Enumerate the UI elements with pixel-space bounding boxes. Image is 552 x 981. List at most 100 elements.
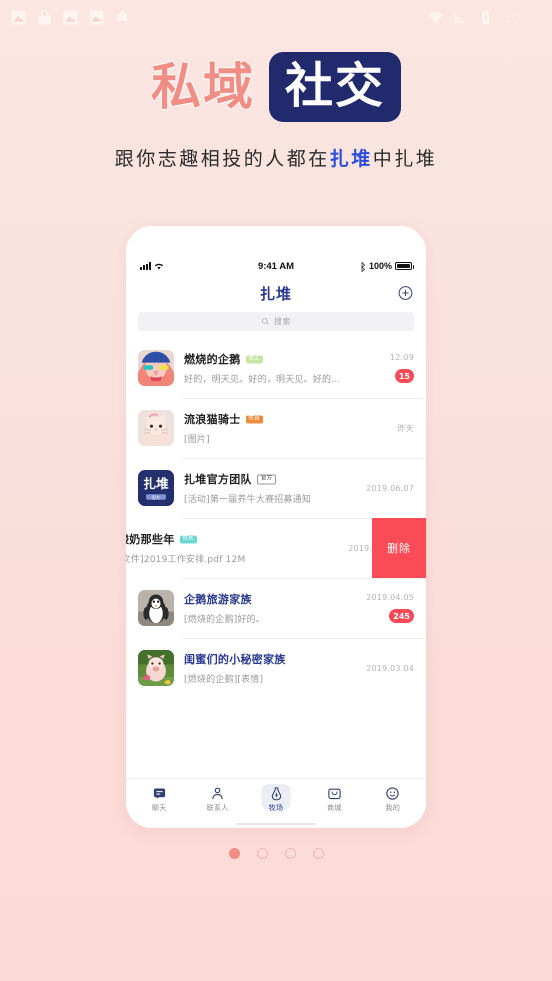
- chat-title-row: 扎堆官方团队 官方: [184, 471, 350, 487]
- chat-title-row: 流浪猫骑士 牧首: [184, 411, 350, 427]
- battery-icon: [395, 262, 414, 270]
- avatar: [138, 650, 174, 686]
- page-subtitle: 跟你志趣相投的人都在扎堆中扎堆: [0, 144, 552, 171]
- status-bar-notifications: [10, 9, 131, 26]
- avatar: 扎堆 官方: [138, 470, 174, 506]
- chat-list[interactable]: 燃烧的企鹅 员工好的，明天见。好的，明天见。好的... 12:09 15 流浪猫骑士 牧首…: [126, 338, 426, 778]
- chat-row-content[interactable]: 酸奶那些年牧民[文件]2019工作安排.pdf 12M2019.05.06: [126, 531, 396, 565]
- chat-list-item[interactable]: 闺蜜们的小秘密家族 [燃烧的企鹅][表情] 2019.03.04: [126, 638, 426, 698]
- lock-image-icon: [36, 9, 53, 26]
- chat-right-column: 2019.03.04: [358, 664, 414, 673]
- hero-word-private-domain: 私域: [150, 58, 255, 116]
- page-dot[interactable]: [284, 848, 296, 859]
- hero-badge: 社交: [268, 52, 401, 122]
- chat-row-content[interactable]: 扎堆 官方 扎堆官方团队 官方 [活动]第一届养牛大赛招募通知 2019.06.07: [138, 470, 414, 506]
- cellular-signal-icon: [140, 262, 151, 270]
- chat-title-row: 燃烧的企鹅 员工: [184, 351, 350, 367]
- subtitle-after: 中扎堆: [372, 148, 438, 170]
- chat-list-item[interactable]: 流浪猫骑士 牧首 [图片] 昨天: [126, 398, 426, 458]
- image-icon: [62, 9, 79, 26]
- tab-label: 牧场: [268, 804, 284, 812]
- page-indicator[interactable]: [0, 848, 552, 859]
- chat-title-row: 酸奶那些年牧民: [126, 531, 332, 547]
- tab-label: 商城: [327, 804, 342, 812]
- image-icon: [88, 9, 105, 26]
- contacts-icon: [210, 786, 225, 801]
- chat-tag: 员工: [245, 355, 264, 364]
- chat-row-content[interactable]: 企鹅旅游家族 [燃烧的企鹅]好的。 2019.04.05 245: [138, 590, 414, 626]
- chat-snippet: [燃烧的企鹅][表情]: [184, 675, 264, 685]
- chat-snippet: [活动]第一届养牛大赛招募通知: [184, 495, 312, 505]
- tab-聊天[interactable]: 聊天: [130, 786, 188, 813]
- chat-meta: 流浪猫骑士 牧首 [图片]: [184, 411, 350, 445]
- chat-snippet: [图片]: [184, 435, 210, 445]
- chat-timestamp: 12:09: [389, 353, 414, 362]
- ios-signal-group: [140, 262, 164, 271]
- chat-name: 企鹅旅游家族: [184, 593, 252, 606]
- avatar: [138, 350, 174, 386]
- svg-text:扎堆: 扎堆: [143, 476, 169, 491]
- chat-right-column: 2019.04.05 245: [358, 593, 414, 623]
- chat-list-item[interactable]: 企鹅旅游家族 [燃烧的企鹅]好的。 2019.04.05 245: [126, 578, 426, 638]
- chat-name: 酸奶那些年: [126, 533, 175, 546]
- subtitle-highlight: 扎堆: [329, 148, 373, 170]
- search-icon: [261, 317, 270, 326]
- battery-percent: 100%: [368, 261, 392, 271]
- search-bar-container: 搜索: [126, 310, 426, 338]
- page-dot[interactable]: [312, 848, 324, 859]
- signal-icon: [452, 9, 469, 26]
- delete-button[interactable]: 删除: [372, 518, 426, 578]
- page-dot[interactable]: [256, 848, 268, 859]
- ios-battery-group: 100%: [360, 261, 414, 272]
- unread-badge: 15: [394, 369, 414, 383]
- tab-牧场[interactable]: 牧场: [247, 786, 305, 813]
- unread-badge: 245: [389, 609, 414, 623]
- battery-icon: [477, 9, 494, 26]
- page-dot[interactable]: [228, 848, 240, 859]
- page-title: 扎堆: [259, 284, 292, 303]
- profile-icon: [385, 786, 400, 801]
- chat-list-item[interactable]: 酸奶那些年牧民[文件]2019工作安排.pdf 12M2019.05.06删除: [126, 518, 426, 578]
- chat-row-content[interactable]: 闺蜜们的小秘密家族 [燃烧的企鹅][表情] 2019.03.04: [138, 650, 414, 686]
- chat-row-content[interactable]: 燃烧的企鹅 员工好的，明天见。好的，明天见。好的... 12:09 15: [138, 350, 414, 386]
- chat-name: 流浪猫骑士: [184, 413, 241, 426]
- chat-name: 扎堆官方团队: [184, 473, 252, 486]
- chat-right-column: 昨天: [358, 423, 414, 434]
- chat-icon: [152, 786, 167, 801]
- home-indicator: [126, 820, 426, 828]
- chat-right-column: 2019.06.07: [358, 484, 414, 493]
- chat-tag: 官方: [256, 474, 277, 485]
- chat-title-row: 闺蜜们的小秘密家族: [184, 651, 350, 667]
- tab-label: 聊天: [151, 804, 167, 812]
- wifi-icon: [427, 9, 444, 26]
- chat-meta: 酸奶那些年牧民 [文件]2019工作安排.pdf 12M: [126, 531, 332, 565]
- search-placeholder: 搜索: [274, 317, 291, 326]
- search-input[interactable]: 搜索: [138, 312, 414, 331]
- avatar: [138, 590, 174, 626]
- chat-tag: 牧首: [245, 415, 264, 424]
- chat-list-item[interactable]: 扎堆 官方 扎堆官方团队 官方 [活动]第一届养牛大赛招募通知 2019.06.07: [126, 458, 426, 518]
- chat-title-row: 企鹅旅游家族: [184, 591, 350, 607]
- image-icon: [10, 9, 27, 26]
- tab-我的[interactable]: 我的: [364, 786, 422, 813]
- chat-meta: 闺蜜们的小秘密家族 [燃烧的企鹅][表情]: [184, 651, 350, 685]
- svg-text:官方: 官方: [152, 494, 160, 500]
- ranch-icon: [269, 786, 284, 801]
- tab-label: 联系人: [206, 804, 229, 812]
- chat-row-content[interactable]: 流浪猫骑士 牧首 [图片] 昨天: [138, 410, 414, 446]
- bluetooth-icon: [360, 261, 366, 272]
- chat-right-column: 12:09 15: [358, 353, 414, 383]
- chat-timestamp: 昨天: [397, 423, 414, 433]
- tab-联系人[interactable]: 联系人: [188, 786, 246, 813]
- chat-list-item[interactable]: 燃烧的企鹅 员工好的，明天见。好的，明天见。好的... 12:09 15: [126, 338, 426, 398]
- chat-snippet: 好的，明天见。好的，明天见。好的...: [184, 375, 341, 385]
- hero-word-social: 社交: [284, 58, 385, 114]
- tab-商城[interactable]: 商城: [305, 786, 363, 813]
- ios-status-bar: 9:41 AM 100%: [126, 256, 426, 276]
- plus-circle-icon[interactable]: [398, 286, 413, 301]
- phone-top-spacer: [126, 226, 426, 256]
- notification-icon: [114, 9, 131, 26]
- bottom-tab-bar[interactable]: 聊天 联系人 牧场 商城 我的: [126, 778, 426, 820]
- chat-tag: 牧民: [179, 535, 198, 544]
- chat-meta: 燃烧的企鹅 员工好的，明天见。好的，明天见。好的...: [184, 351, 350, 385]
